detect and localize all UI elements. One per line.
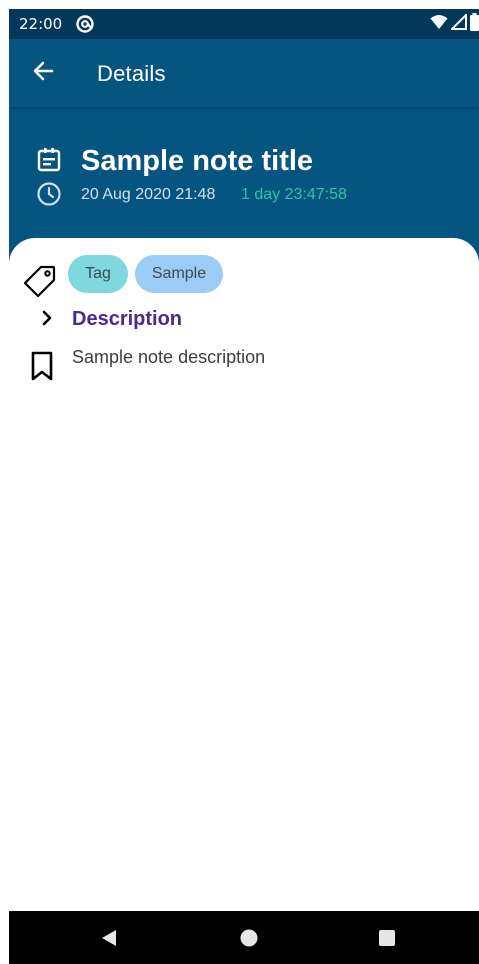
note-description: Sample note description — [72, 347, 266, 367]
recents-square-icon — [377, 928, 397, 953]
clock-icon — [36, 181, 62, 207]
wifi-icon — [430, 14, 448, 35]
content-sheet: Tag Sample Description Sample note descr… — [9, 238, 479, 918]
back-triangle-icon — [99, 928, 119, 953]
arrow-left-icon — [32, 60, 54, 87]
back-button[interactable] — [27, 57, 59, 89]
nav-back-button[interactable] — [97, 928, 121, 952]
at-sign-icon — [75, 14, 95, 34]
page-title: Details — [97, 61, 166, 86]
battery-icon — [470, 12, 479, 36]
tag-chip-tag[interactable]: Tag — [68, 255, 128, 293]
nav-home-button[interactable] — [237, 928, 261, 952]
navigation-bar — [9, 911, 479, 964]
note-date: 20 Aug 2020 21:48 — [81, 186, 216, 203]
signal-icon — [449, 12, 467, 35]
tag-chip-sample[interactable]: Sample — [135, 255, 223, 293]
status-icons — [430, 12, 479, 36]
tag-icon — [23, 264, 57, 298]
nav-recents-button[interactable] — [375, 928, 399, 952]
bookmark-icon — [28, 350, 56, 382]
status-time: 22:00 — [19, 15, 63, 33]
description-section-title[interactable]: Description — [72, 308, 182, 331]
status-bar: 22:00 — [9, 9, 479, 39]
note-title: Sample note title — [81, 145, 314, 177]
note-elapsed-time: 1 day 23:47:58 — [241, 186, 347, 203]
screen: 22:00 Details Sample note title 20 Aug 2… — [9, 0, 479, 964]
tag-chip-label: Sample — [151, 265, 207, 282]
home-circle-icon — [239, 928, 259, 953]
chevron-right-icon[interactable] — [37, 308, 57, 328]
note-icon — [36, 147, 62, 173]
tag-chip-label: Tag — [85, 265, 111, 282]
app-bar: Details — [9, 39, 479, 107]
